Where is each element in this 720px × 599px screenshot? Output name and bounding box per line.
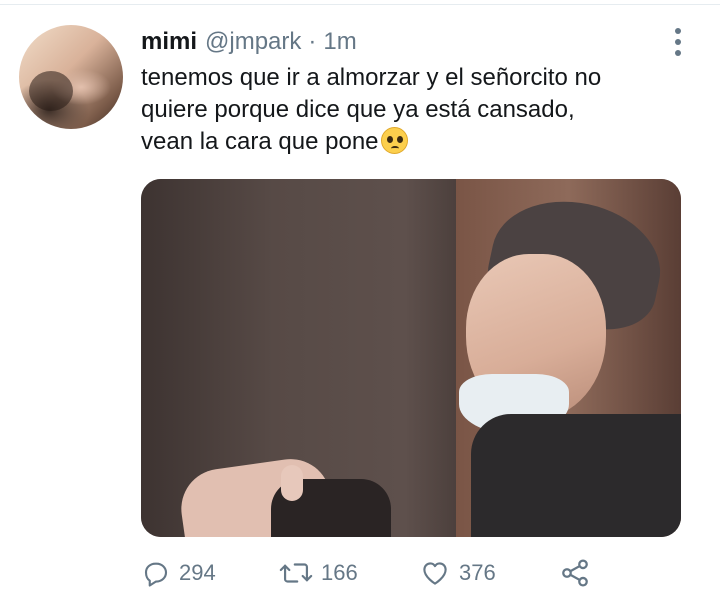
- tweet[interactable]: mimi @jmpark · 1m tenemos que ir a almor…: [0, 0, 720, 599]
- photo-finger: [281, 465, 303, 501]
- avatar[interactable]: [19, 25, 123, 129]
- tweet-text-fragment: vean la cara que pone: [141, 128, 379, 155]
- author-handle[interactable]: @jmpark: [205, 28, 301, 56]
- share-button[interactable]: [559, 553, 591, 593]
- retweet-icon: [279, 563, 313, 583]
- tweet-text-line: quiere porque dice que ya está cansado,: [141, 96, 575, 123]
- more-options-icon[interactable]: [670, 28, 686, 56]
- tweet-actions: 294 166 376: [141, 553, 681, 593]
- reply-icon: [144, 562, 168, 587]
- share-icon: [562, 559, 588, 587]
- like-button[interactable]: 376: [419, 553, 496, 593]
- like-icon: [423, 562, 447, 585]
- more-dot: [675, 39, 681, 45]
- more-dot: [675, 50, 681, 56]
- tweet-header: mimi @jmpark · 1m: [141, 28, 357, 58]
- retweet-count: 166: [321, 560, 358, 585]
- tweet-text-line: tenemos que ir a almorzar y el señorcito…: [141, 64, 602, 91]
- avatar-shadow: [29, 71, 73, 111]
- author-name[interactable]: mimi: [141, 28, 197, 56]
- reply-count: 294: [179, 560, 216, 585]
- tweet-text-line-last: vean la cara que pone: [141, 126, 701, 158]
- header-separator: ·: [308, 28, 317, 55]
- more-dot: [675, 28, 681, 34]
- retweet-button[interactable]: 166: [279, 553, 358, 593]
- pleading-face-emoji: [380, 127, 408, 154]
- reply-button[interactable]: 294: [141, 553, 216, 593]
- tweet-photo[interactable]: [141, 179, 681, 537]
- timestamp[interactable]: 1m: [323, 28, 356, 56]
- like-count: 376: [459, 560, 496, 585]
- tweet-text: tenemos que ir a almorzar y el señorcito…: [141, 62, 701, 158]
- photo-jacket: [471, 414, 681, 537]
